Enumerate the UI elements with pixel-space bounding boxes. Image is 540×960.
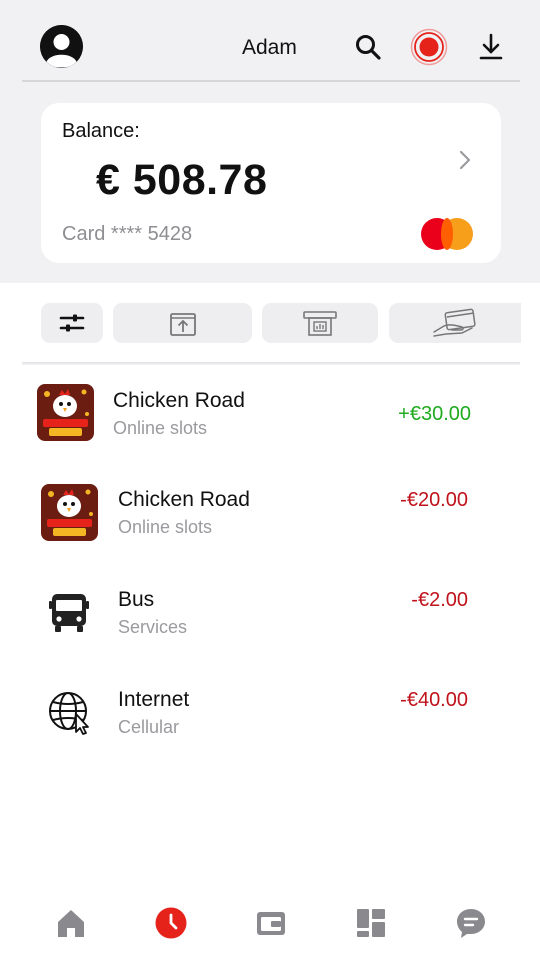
header: Adam	[0, 0, 540, 82]
transaction-row[interactable]: Bus Services -€2.00	[0, 570, 540, 660]
transaction-category: Cellular	[118, 717, 180, 737]
transaction-row[interactable]: Internet Cellular -€40.00	[0, 670, 540, 760]
home-icon[interactable]	[54, 906, 88, 940]
download-icon[interactable]	[478, 32, 504, 62]
globe-icon	[40, 684, 97, 741]
transaction-amount: -€2.00	[411, 589, 468, 611]
transaction-row[interactable]: Chicken Road Online slots -€20.00	[0, 470, 540, 560]
transaction-amount: -€40.00	[400, 689, 468, 711]
filter-button[interactable]	[41, 303, 103, 343]
balance-amount: € 508.78	[96, 156, 268, 204]
card-payment-button[interactable]	[389, 303, 521, 343]
bus-icon	[40, 584, 97, 641]
atm-icon	[303, 311, 337, 336]
chat-icon[interactable]	[454, 906, 488, 940]
transaction-category: Online slots	[113, 418, 208, 438]
username: Adam	[242, 36, 297, 59]
transaction-amount: +€30.00	[398, 403, 471, 425]
history-icon[interactable]	[154, 906, 188, 940]
mastercard-icon	[421, 217, 475, 251]
search-icon[interactable]	[355, 34, 381, 60]
chicken-road-icon	[41, 484, 98, 541]
chevron-right-icon[interactable]	[457, 149, 473, 171]
dashboard-icon[interactable]	[354, 906, 388, 940]
transaction-amount: -€20.00	[400, 489, 468, 511]
actions-divider	[22, 362, 520, 365]
balance-card[interactable]: Balance: € 508.78 Card **** 5428	[41, 103, 501, 263]
top-up-icon	[169, 313, 196, 336]
card-payment-icon	[433, 308, 476, 337]
avatar-icon[interactable]	[40, 25, 83, 68]
record-icon[interactable]	[410, 28, 448, 66]
transaction-title: Bus	[118, 588, 155, 611]
atm-button[interactable]	[262, 303, 378, 343]
transaction-row[interactable]: Chicken Road Online slots +€30.00	[0, 370, 540, 460]
wallet-icon[interactable]	[254, 906, 288, 940]
transaction-title: Internet	[118, 688, 190, 711]
transaction-title: Chicken Road	[113, 389, 245, 412]
header-divider	[22, 80, 520, 82]
actions-row	[0, 283, 540, 365]
filter-icon	[59, 314, 85, 332]
transaction-category: Services	[118, 617, 188, 637]
bottom-nav	[0, 890, 540, 960]
transaction-category: Online slots	[118, 517, 213, 537]
transaction-title: Chicken Road	[118, 488, 250, 511]
top-up-button[interactable]	[113, 303, 252, 343]
balance-label: Balance:	[62, 120, 140, 142]
chicken-road-icon	[37, 384, 94, 441]
card-number: Card **** 5428	[62, 223, 193, 245]
